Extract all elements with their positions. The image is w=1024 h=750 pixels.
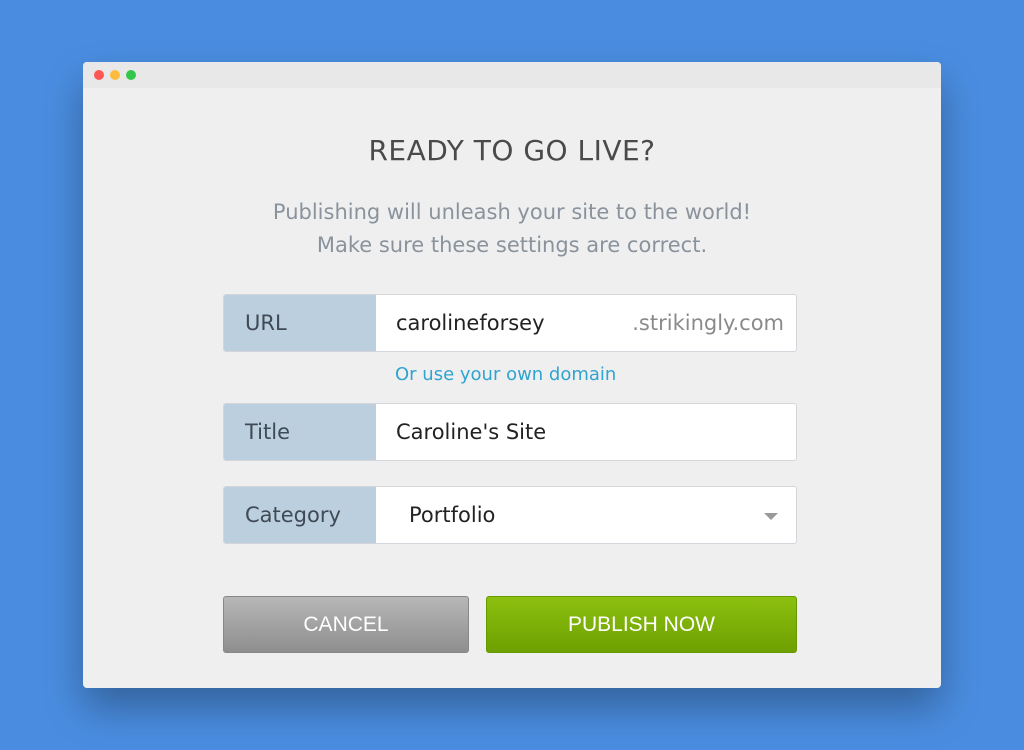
category-value: Portfolio	[409, 503, 496, 527]
category-label: Category	[224, 487, 376, 543]
chevron-down-icon	[764, 513, 778, 520]
close-window-button[interactable]	[94, 70, 104, 80]
url-input[interactable]: carolineforsey .strikingly.com	[376, 295, 796, 351]
url-field: URL carolineforsey .strikingly.com	[223, 294, 797, 352]
publish-now-button[interactable]: PUBLISH NOW	[486, 596, 797, 653]
title-bar	[83, 62, 941, 88]
minimize-window-button[interactable]	[110, 70, 120, 80]
dialog-subtitle: Publishing will unleash your site to the…	[83, 196, 941, 262]
cancel-button[interactable]: CANCEL	[223, 596, 469, 653]
title-input[interactable]: Caroline's Site	[376, 404, 796, 460]
url-label: URL	[224, 295, 376, 351]
publish-window: READY TO GO LIVE? Publishing will unleas…	[83, 62, 941, 688]
url-value: carolineforsey	[396, 311, 545, 335]
title-label: Title	[224, 404, 376, 460]
own-domain-link[interactable]: Or use your own domain	[395, 364, 616, 385]
subtitle-line: Make sure these settings are correct.	[316, 233, 708, 257]
category-select[interactable]: Portfolio	[376, 487, 796, 543]
category-field: Category Portfolio	[223, 486, 797, 544]
zoom-window-button[interactable]	[126, 70, 136, 80]
dialog-title: READY TO GO LIVE?	[368, 134, 656, 167]
subtitle-line: Publishing will unleash your site to the…	[272, 200, 752, 224]
title-field: Title Caroline's Site	[223, 403, 797, 461]
url-suffix: .strikingly.com	[632, 311, 784, 335]
